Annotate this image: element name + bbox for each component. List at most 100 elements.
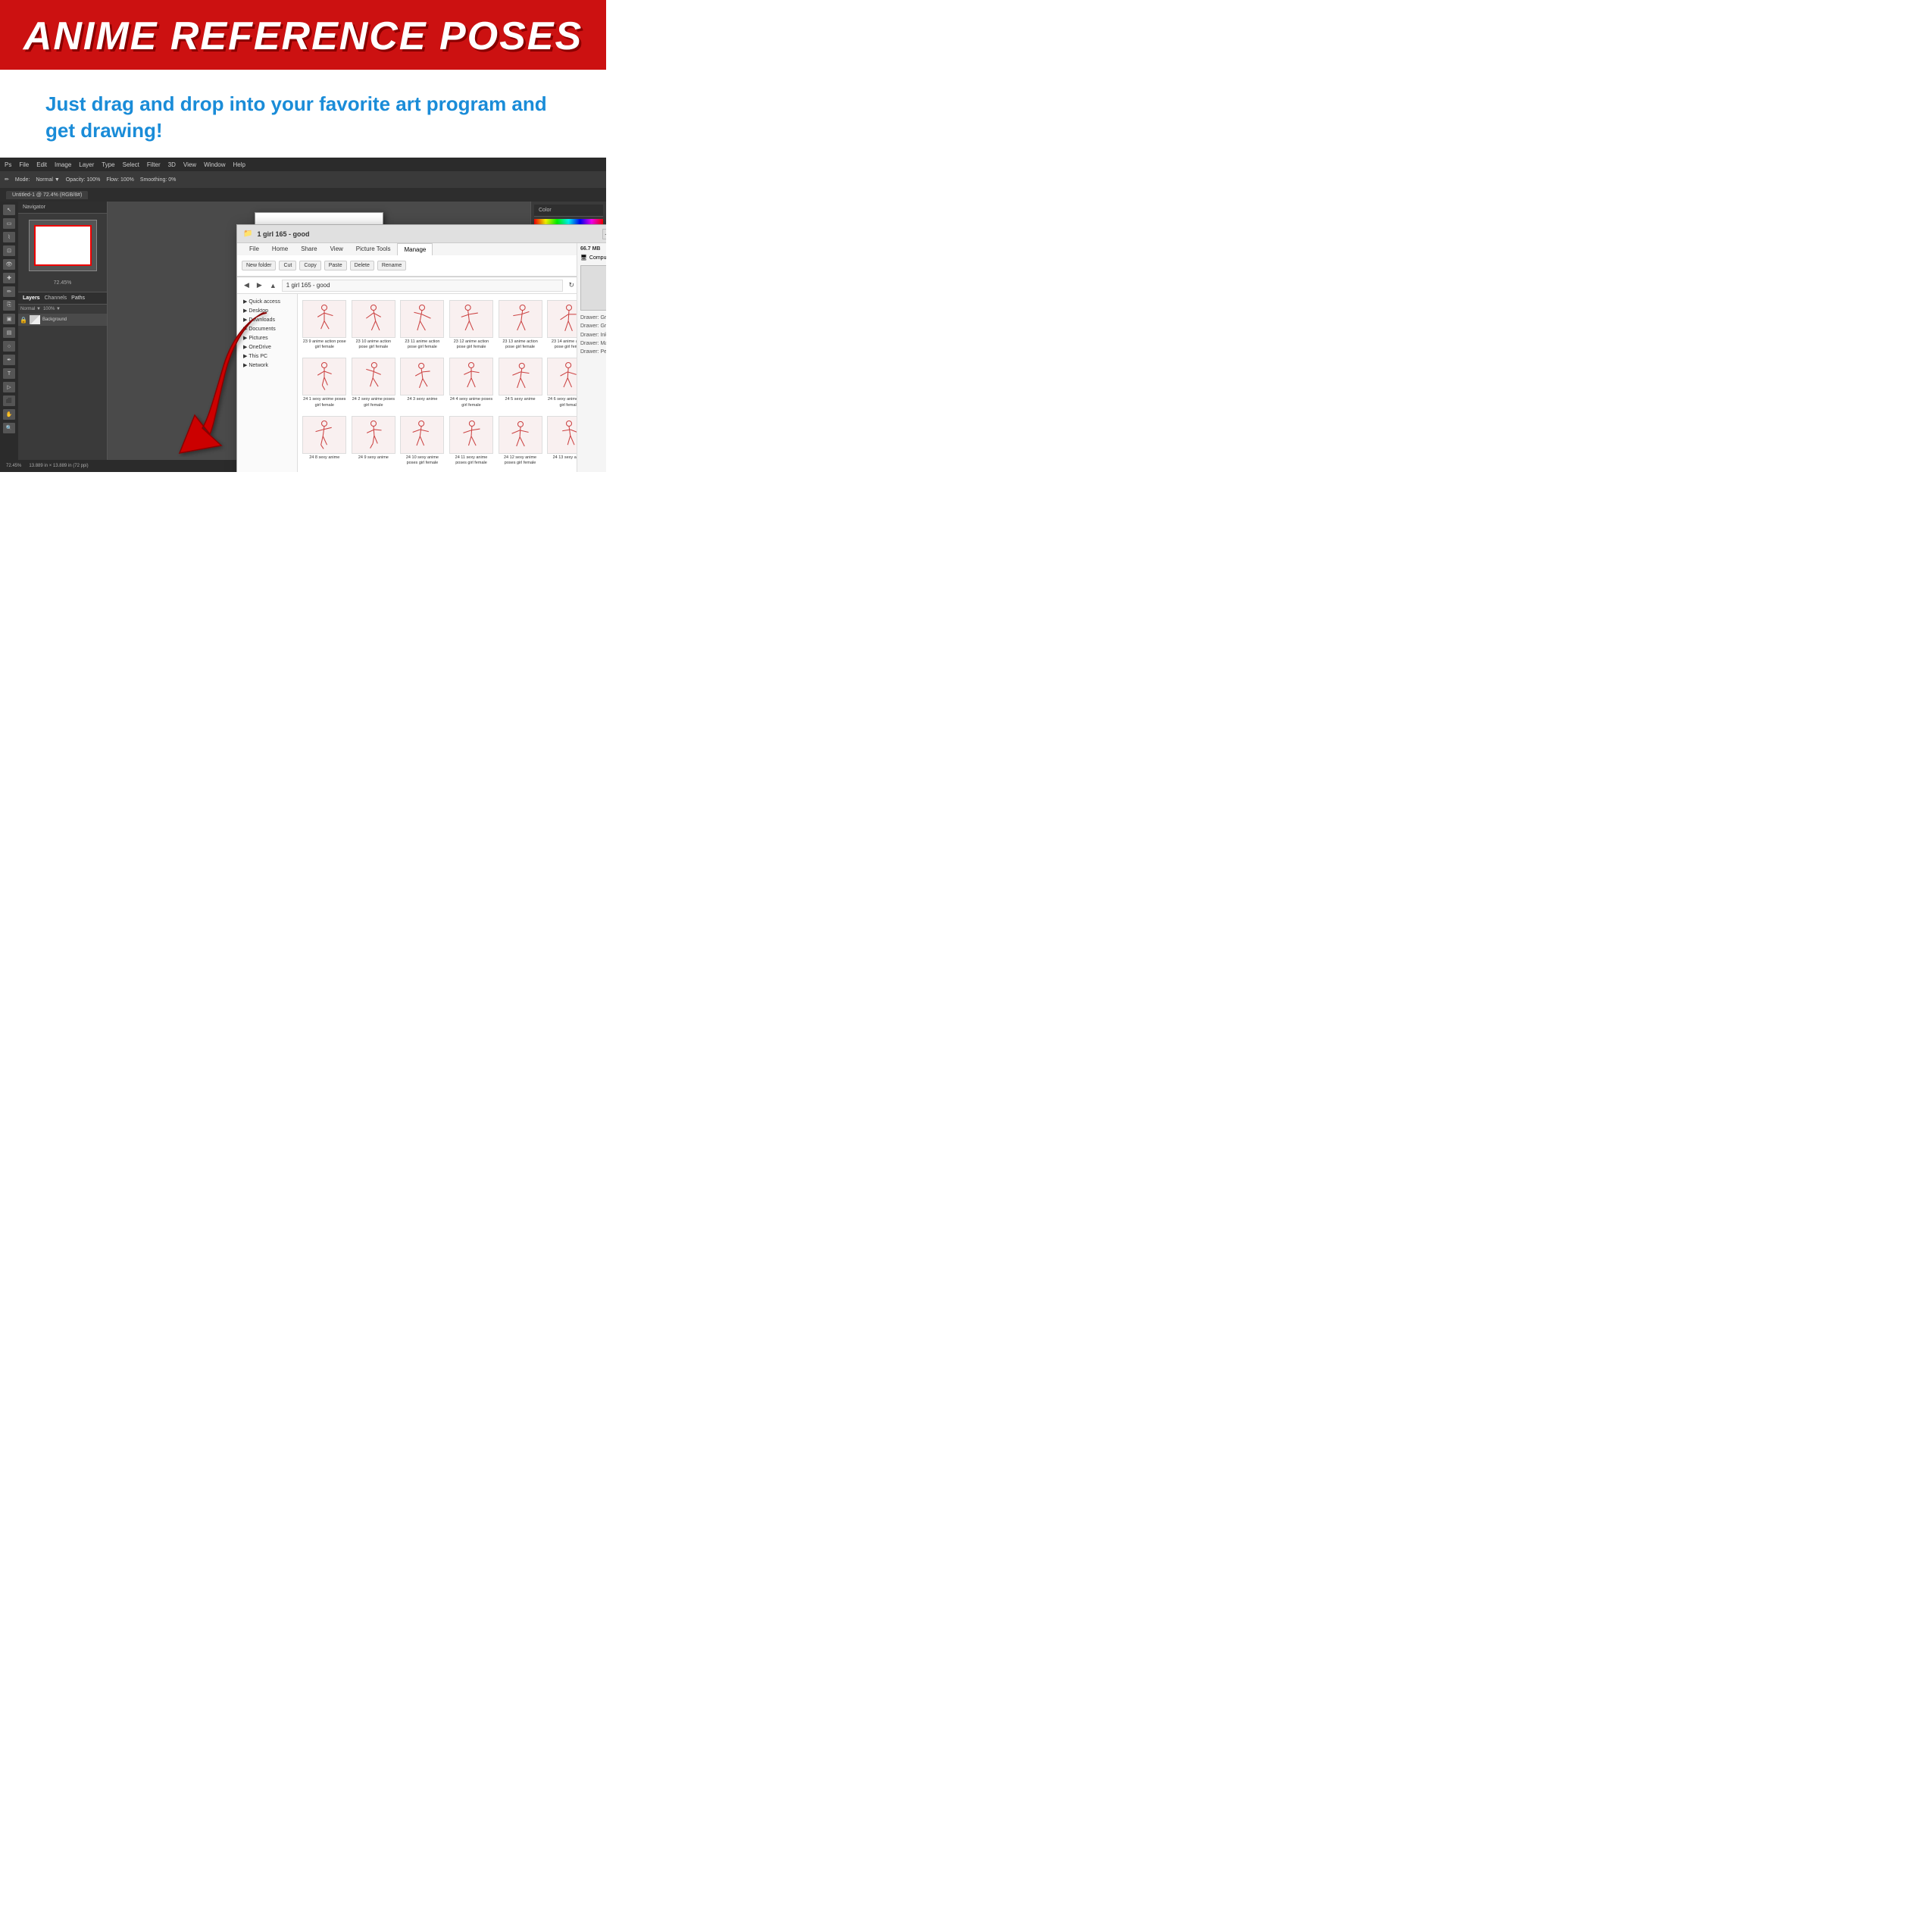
- layers-tab[interactable]: Layers: [23, 295, 40, 301]
- tool-dodge[interactable]: ○: [3, 341, 15, 352]
- drawer-item-1: Drawer: Grz Ink: [580, 314, 606, 322]
- file-item[interactable]: 25 4 anime sitting poses girl female: [496, 470, 544, 472]
- ribbon-new-folder[interactable]: New folder: [242, 261, 276, 270]
- tab-file[interactable]: File: [243, 243, 265, 255]
- tool-pen[interactable]: ✒: [3, 355, 15, 365]
- file-item[interactable]: 25 1 anime sitting poses girl female: [350, 470, 398, 472]
- channels-tab[interactable]: Channels: [45, 295, 67, 301]
- menu-select[interactable]: Select: [123, 161, 139, 168]
- menu-type[interactable]: Type: [102, 161, 114, 168]
- fe-titlebar: 📁 1 girl 165 - good ─ □ ✕: [237, 225, 606, 243]
- tool-path[interactable]: ▷: [3, 382, 15, 392]
- fe-folder-icon: 📁: [243, 230, 252, 238]
- file-thumb: [499, 300, 542, 338]
- file-item[interactable]: 24 11 sexy anime poses girl female: [448, 413, 496, 469]
- drawer-item-2: Drawer: Grz Mando: [580, 322, 606, 330]
- up-button[interactable]: ▲: [267, 282, 279, 289]
- tab-share[interactable]: Share: [295, 243, 323, 255]
- file-item[interactable]: 23 10 anime action pose girl female: [350, 297, 398, 353]
- fe-ribbon-tabs: File Home Share View Picture Tools Manag…: [237, 243, 606, 255]
- tool-crop[interactable]: ⊡: [3, 245, 15, 256]
- menu-layer[interactable]: Layer: [79, 161, 94, 168]
- paths-tab[interactable]: Paths: [71, 295, 85, 301]
- file-thumb: [302, 300, 346, 338]
- tool-type[interactable]: T: [3, 368, 15, 379]
- menu-filter[interactable]: Filter: [147, 161, 161, 168]
- navigator-label: Navigator: [23, 205, 45, 210]
- file-item[interactable]: 24 10 sexy anime poses girl female: [399, 413, 446, 469]
- color-label: Color: [539, 208, 552, 213]
- navigator-canvas-inner: [34, 225, 92, 266]
- menu-image[interactable]: Image: [55, 161, 71, 168]
- file-item[interactable]: 24 9 sexy anime: [350, 413, 398, 469]
- file-item[interactable]: 23 12 anime action pose girl female: [448, 297, 496, 353]
- tool-select[interactable]: ▭: [3, 218, 15, 229]
- tool-heal[interactable]: ✚: [3, 273, 15, 283]
- file-thumb: [449, 358, 493, 395]
- tab-picture-tools[interactable]: Picture Tools: [350, 243, 397, 255]
- blending-mode[interactable]: Normal ▼: [20, 307, 41, 311]
- menu-help[interactable]: Help: [233, 161, 245, 168]
- file-item[interactable]: 24 1 sexy anime poses girl female: [301, 355, 349, 411]
- tool-lasso[interactable]: ⌇: [3, 232, 15, 242]
- menu-view[interactable]: View: [183, 161, 196, 168]
- ps-tab[interactable]: Untitled-1 @ 72.4% (RGB/8#): [6, 191, 88, 199]
- layer-item-background[interactable]: 🔒 Background: [18, 314, 107, 326]
- fe-minimize-button[interactable]: ─: [602, 229, 606, 239]
- tool-eye[interactable]: 👁: [3, 259, 15, 270]
- tool-zoom[interactable]: 🔍: [3, 423, 15, 433]
- file-name: 23 9 anime action pose girl female: [302, 339, 347, 350]
- ribbon-paste[interactable]: Paste: [324, 261, 347, 270]
- computer-link[interactable]: 🖥 Computer: [580, 255, 606, 261]
- tab-home[interactable]: Home: [266, 243, 294, 255]
- file-item[interactable]: 24 8 sexy anime: [301, 413, 349, 469]
- ribbon-copy[interactable]: Copy: [299, 261, 320, 270]
- file-name: 24 11 sexy anime poses girl female: [449, 455, 494, 466]
- tool-eraser[interactable]: ▣: [3, 314, 15, 324]
- file-item[interactable]: 24 12 sexy anime poses girl female: [496, 413, 544, 469]
- file-item[interactable]: 25 2 anime sitting poses girl female: [399, 470, 446, 472]
- refresh-button[interactable]: ↻: [566, 281, 577, 289]
- file-name: 24 4 sexy anime poses girl female: [449, 397, 494, 408]
- file-item[interactable]: 24 3 sexy anime: [399, 355, 446, 411]
- forward-button[interactable]: ▶: [255, 281, 264, 289]
- ribbon-rename[interactable]: Rename: [377, 261, 406, 270]
- tab-manage[interactable]: Manage: [397, 243, 433, 255]
- file-thumb: [400, 358, 444, 395]
- drawer-list: Drawer: Grz Ink Drawer: Grz Mando Drawer…: [580, 314, 606, 356]
- address-bar-input[interactable]: [282, 280, 564, 292]
- opacity-layers[interactable]: 100% ▼: [43, 307, 61, 311]
- tab-view[interactable]: View: [324, 243, 349, 255]
- ps-navigator-panel: Navigator 72.45% Layers Channels Paths: [18, 202, 108, 472]
- fe-window-buttons: ─ □ ✕: [602, 229, 606, 239]
- file-item[interactable]: 24 15 sexy anime poses girl female: [301, 470, 349, 472]
- file-item[interactable]: 23 13 anime action pose girl female: [496, 297, 544, 353]
- back-button[interactable]: ◀: [242, 281, 252, 289]
- file-item[interactable]: 24 4 sexy anime poses girl female: [448, 355, 496, 411]
- file-item[interactable]: 25 3 anime sitting poses girl female: [448, 470, 496, 472]
- file-item[interactable]: 24 5 sexy anime: [496, 355, 544, 411]
- ps-logo: Ps: [5, 161, 11, 168]
- file-thumb: [352, 358, 395, 395]
- ribbon-delete[interactable]: Delete: [350, 261, 374, 270]
- menu-file[interactable]: File: [19, 161, 29, 168]
- menu-window[interactable]: Window: [204, 161, 225, 168]
- tool-brush[interactable]: ✏: [3, 286, 15, 297]
- menu-edit[interactable]: Edit: [36, 161, 47, 168]
- ribbon-cut[interactable]: Cut: [279, 261, 296, 270]
- menu-3d[interactable]: 3D: [168, 161, 176, 168]
- mode-value[interactable]: Normal ▼: [36, 177, 59, 183]
- file-item[interactable]: 23 9 anime action pose girl female: [301, 297, 349, 353]
- file-thumb: [302, 358, 346, 395]
- file-name: 24 2 sexy anime poses girl female: [352, 397, 396, 408]
- tool-hand[interactable]: ✋: [3, 409, 15, 420]
- file-item[interactable]: 23 11 anime action pose girl female: [399, 297, 446, 353]
- tool-move[interactable]: ↖: [3, 205, 15, 215]
- layer-thumb: [30, 315, 40, 324]
- file-name: 24 9 sexy anime: [358, 455, 389, 461]
- file-item[interactable]: 24 2 sexy anime poses girl female: [350, 355, 398, 411]
- fe-thumbnail: [580, 265, 606, 311]
- tool-gradient[interactable]: ▤: [3, 327, 15, 338]
- tool-shape[interactable]: ⬛: [3, 395, 15, 406]
- tool-clone[interactable]: ⎘: [3, 300, 15, 311]
